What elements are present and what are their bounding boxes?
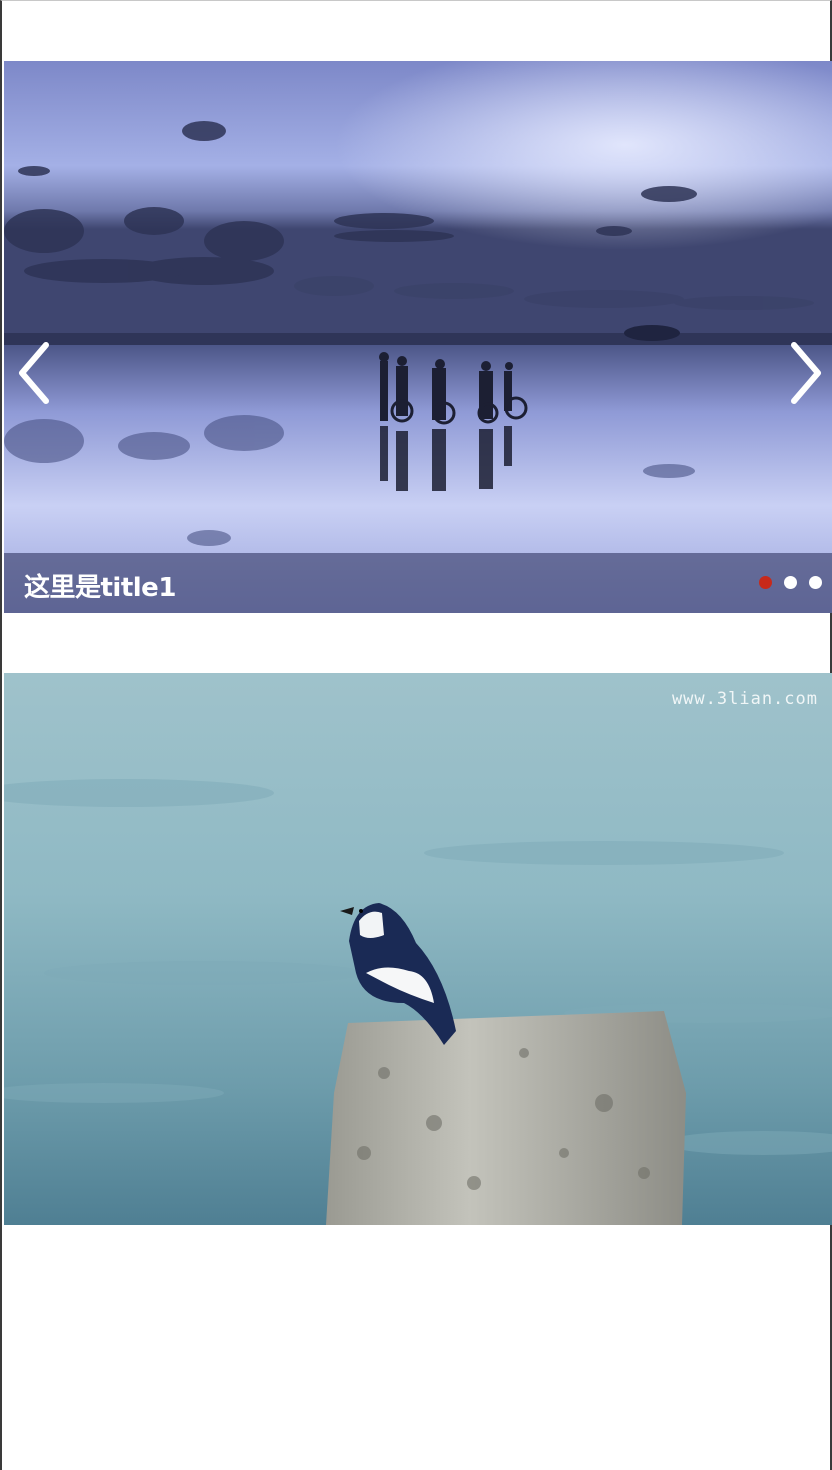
chevron-right-icon — [791, 342, 821, 404]
image-carousel[interactable]: 这里是title1 — [4, 61, 832, 613]
carousel-prev-button[interactable] — [12, 339, 56, 409]
image-watermark: www.3lian.com — [671, 689, 818, 709]
carousel-slide-image — [4, 61, 832, 613]
bird-photo: www.3lian.com — [4, 673, 832, 1225]
bird-photo-image — [4, 673, 832, 1225]
carousel-caption-title: 这里是title1 — [24, 573, 176, 603]
carousel-dot-1[interactable] — [759, 576, 772, 589]
carousel-dot-2[interactable] — [784, 576, 797, 589]
carousel-pagination — [759, 576, 822, 589]
chevron-left-icon — [19, 342, 49, 404]
page-frame: 这里是title1 www.3lian.com — [0, 0, 832, 1470]
carousel-caption-bar: 这里是title1 — [4, 553, 832, 613]
carousel-next-button[interactable] — [784, 339, 828, 409]
carousel-dot-3[interactable] — [809, 576, 822, 589]
